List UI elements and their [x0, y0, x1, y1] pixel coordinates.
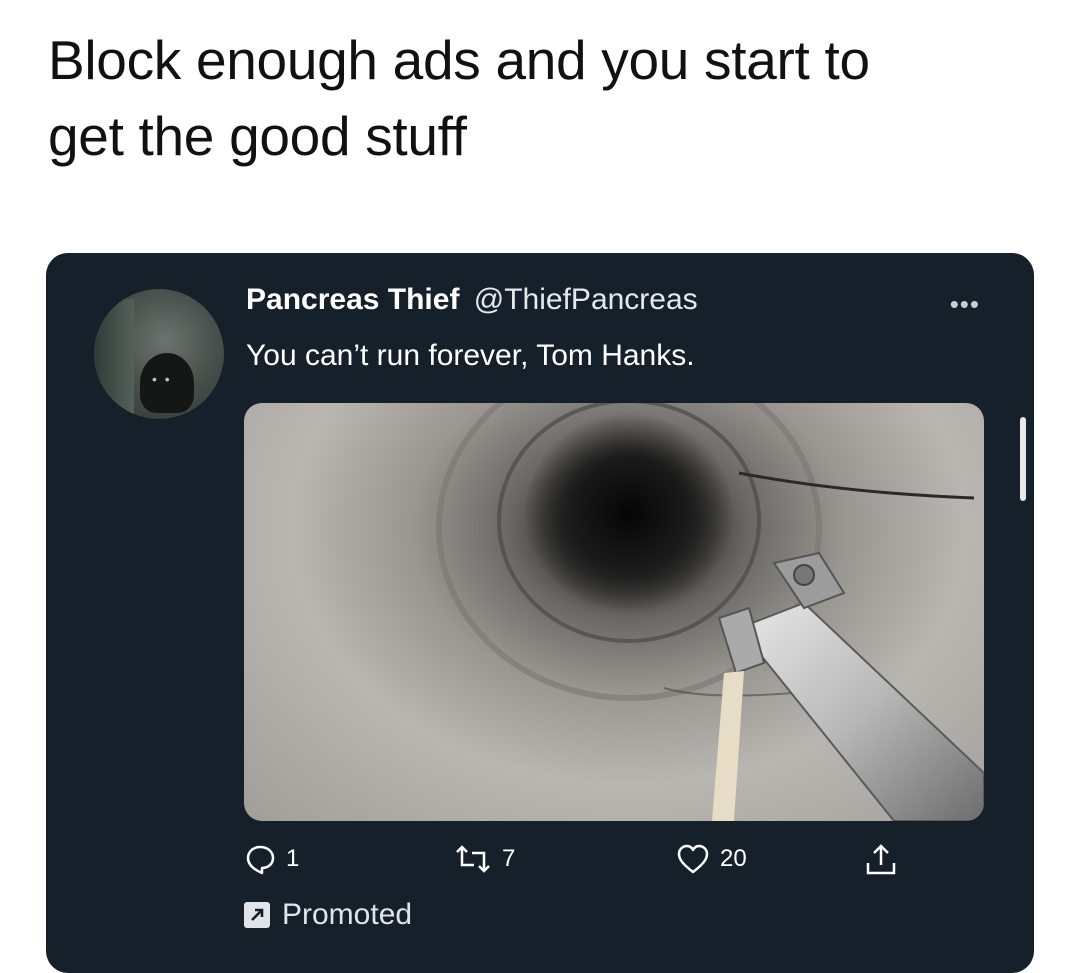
reply-icon — [246, 845, 275, 875]
avatar[interactable]: • • — [94, 289, 224, 419]
share-button[interactable] — [864, 843, 898, 877]
reply-count: 1 — [286, 845, 300, 872]
heart-icon — [677, 844, 709, 874]
retweet-count: 7 — [502, 845, 516, 872]
promoted-label: Promoted — [244, 898, 412, 932]
share-icon — [866, 844, 896, 875]
like-count: 20 — [720, 845, 747, 872]
tunnel-image — [436, 403, 984, 821]
ellipsis-icon[interactable]: ••• — [950, 289, 980, 320]
avatar-eyes: • • — [152, 371, 172, 387]
display-name[interactable]: Pancreas Thief — [246, 283, 459, 316]
meme-caption: Block enough ads and you start to get th… — [48, 22, 1038, 174]
promoted-text: Promoted — [282, 898, 413, 931]
avatar-door — [94, 299, 134, 419]
retweet-icon — [456, 845, 490, 873]
tweet-actions: 1 7 20 — [244, 843, 896, 883]
tweet-header: Pancreas Thief @ThiefPancreas — [246, 283, 698, 317]
reply-button[interactable]: 1 — [244, 843, 299, 875]
caption-line-1: Block enough ads and you start to — [48, 29, 870, 91]
promoted-arrow-icon — [244, 902, 270, 928]
like-button[interactable]: 20 — [676, 843, 747, 875]
caption-line-2: get the good stuff — [48, 105, 467, 167]
user-handle[interactable]: @ThiefPancreas — [474, 283, 698, 316]
scrollbar[interactable] — [1020, 417, 1026, 501]
retweet-button[interactable]: 7 — [454, 843, 515, 875]
tweet-media[interactable] — [244, 403, 984, 821]
tweet-text: You can’t run forever, Tom Hanks. — [246, 339, 695, 372]
tweet-card[interactable]: • • Pancreas Thief @ThiefPancreas ••• Yo… — [46, 253, 1034, 973]
